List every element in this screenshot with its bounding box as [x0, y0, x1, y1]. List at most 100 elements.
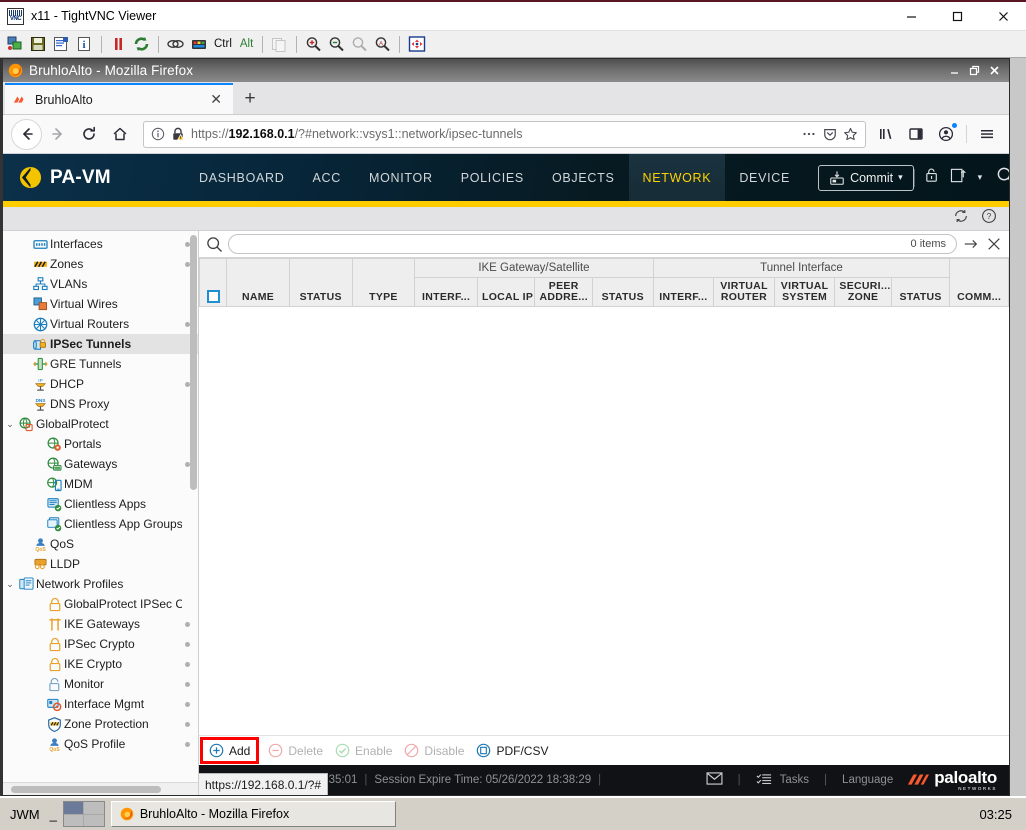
sidebar-item-ike-gateways[interactable]: IKE Gateways	[3, 614, 198, 634]
hamburger-menu-icon[interactable]	[973, 120, 1001, 148]
chevron-down-icon[interactable]: ▾	[978, 172, 983, 183]
sidebar-item-portals[interactable]: Portals	[3, 434, 198, 454]
search-icon[interactable]	[205, 236, 223, 253]
tasks-label[interactable]: Tasks	[780, 774, 809, 786]
insecure-lock-warning-icon[interactable]	[171, 127, 185, 142]
alt-key-button[interactable]: Alt	[236, 38, 257, 50]
search-input[interactable]	[239, 238, 911, 250]
zoom-auto-icon[interactable]: A	[371, 33, 394, 55]
connection-options-icon[interactable]	[50, 33, 73, 55]
sidebar-horizontal-scrollbar[interactable]	[3, 782, 198, 795]
chevron-down-icon[interactable]: ⌄	[3, 579, 17, 590]
pause-icon[interactable]	[107, 33, 130, 55]
sidebar-item-clientless-apps[interactable]: Clientless Apps	[3, 494, 198, 514]
desktop-pager[interactable]	[62, 801, 105, 827]
sidebar-item-mdm[interactable]: MDM	[3, 474, 198, 494]
tab-network[interactable]: NETWORK	[628, 154, 726, 201]
back-icon[interactable]	[11, 118, 42, 150]
sidebar-item-interface-mgmt[interactable]: Interface Mgmt	[3, 694, 198, 714]
col-tunnel-interface-header[interactable]: INTERF...	[652, 277, 715, 307]
sidebar-item-monitor[interactable]: Monitor	[3, 674, 198, 694]
page-actions-icon[interactable]	[801, 127, 817, 141]
tab-objects[interactable]: OBJECTS	[538, 154, 629, 201]
tab-acc[interactable]: ACC	[298, 154, 355, 201]
vnc-close-button[interactable]	[980, 2, 1026, 30]
firefox-close-button[interactable]	[984, 60, 1004, 82]
tab-close-icon[interactable]: ✕	[207, 91, 225, 108]
home-icon[interactable]	[104, 119, 135, 150]
new-connection-icon[interactable]	[4, 33, 27, 55]
col-tunnel-status-header[interactable]: STATUS	[890, 277, 951, 307]
vnc-minimize-button[interactable]	[888, 2, 934, 30]
save-config-icon[interactable]	[950, 167, 969, 189]
sidebar-item-virtual-wires[interactable]: Virtual Wires	[3, 294, 198, 314]
zoom-in-icon[interactable]	[302, 33, 325, 55]
send-keys-icon[interactable]	[187, 33, 210, 55]
language-label[interactable]: Language	[842, 774, 893, 786]
firefox-minimize-button[interactable]	[944, 60, 964, 82]
col-ike-interface-header[interactable]: INTERF...	[414, 277, 478, 307]
refresh-icon[interactable]	[130, 33, 153, 55]
sidebar-icon[interactable]	[902, 120, 930, 148]
save-connection-icon[interactable]	[27, 33, 50, 55]
sidebar-vertical-scrollbar[interactable]	[190, 235, 197, 490]
sidebar-item-dhcp[interactable]: IP DHCP	[3, 374, 198, 394]
pager-desktop-3[interactable]	[63, 814, 84, 826]
zoom-out-icon[interactable]	[325, 33, 348, 55]
col-type-header[interactable]: TYPE	[351, 258, 416, 307]
ctrl-key-button[interactable]: Ctrl	[210, 38, 236, 50]
connection-info-icon[interactable]: i	[73, 33, 96, 55]
col-comment-header[interactable]: COMM...	[949, 258, 1009, 307]
sidebar-item-ipsec-tunnels[interactable]: IPSec Tunnels	[3, 334, 198, 354]
tab-device[interactable]: DEVICE	[725, 154, 804, 201]
sidebar-item-qos-profile[interactable]: QoS QoS Profile	[3, 734, 198, 754]
select-all-checkbox[interactable]	[206, 290, 220, 303]
chevron-down-icon[interactable]: ⌄	[3, 419, 17, 430]
search-icon[interactable]	[996, 166, 1009, 190]
taskbar-window-button[interactable]: BruhloAlto - Mozilla Firefox	[110, 801, 396, 827]
taskbar-minimize-label[interactable]: _	[50, 807, 57, 822]
sidebar-item-interfaces[interactable]: Interfaces	[3, 234, 198, 254]
url-bar[interactable]: https://192.168.0.1/?#network::vsys1::ne…	[143, 120, 866, 148]
sidebar-item-gre-tunnels[interactable]: GRE Tunnels	[3, 354, 198, 374]
sidebar-item-virtual-routers[interactable]: Virtual Routers	[3, 314, 198, 334]
tab-monitor[interactable]: MONITOR	[355, 154, 447, 201]
sidebar-item-zone-protection[interactable]: Zone Protection	[3, 714, 198, 734]
pager-desktop-2[interactable]	[84, 802, 104, 814]
config-lock-icon[interactable]	[924, 167, 941, 189]
sidebar-item-vlans[interactable]: VLANs	[3, 274, 198, 294]
pager-desktop-4[interactable]	[84, 814, 104, 826]
col-status-header[interactable]: STATUS	[288, 258, 353, 307]
sidebar-item-network-profiles[interactable]: ⌄ Network Profiles	[3, 574, 198, 594]
envelope-icon[interactable]	[706, 772, 723, 788]
reload-icon[interactable]	[73, 119, 104, 150]
bookmark-star-icon[interactable]	[843, 127, 858, 142]
col-ike-status-header[interactable]: STATUS	[591, 277, 654, 307]
sidebar-item-lldp[interactable]: LLDP	[3, 554, 198, 574]
sidebar-item-zones[interactable]: Zones	[3, 254, 198, 274]
library-icon[interactable]	[872, 120, 900, 148]
commit-button[interactable]: Commit ▾	[818, 164, 914, 191]
apply-filter-icon[interactable]	[962, 236, 980, 252]
col-local-ip-header[interactable]: LOCAL IP	[476, 277, 536, 307]
col-virtual-system-header[interactable]: VIRTUAL SYSTEM	[773, 277, 836, 307]
sidebar-item-gateways[interactable]: Gateways	[3, 454, 198, 474]
tasks-icon[interactable]	[756, 772, 772, 789]
forward-icon[interactable]	[42, 119, 73, 150]
fullscreen-icon[interactable]	[405, 33, 428, 55]
search-field-wrapper[interactable]: 0 items	[228, 234, 957, 254]
tab-policies[interactable]: POLICIES	[447, 154, 538, 201]
col-virtual-router-header[interactable]: VIRTUAL ROUTER	[713, 277, 775, 307]
add-button[interactable]: Add	[199, 737, 260, 764]
refresh-icon[interactable]	[953, 208, 969, 229]
select-all-header[interactable]	[198, 258, 228, 307]
sidebar-item-globalprotect[interactable]: ⌄ GlobalProtect	[3, 414, 198, 434]
sidebar-item-dns-proxy[interactable]: DNS DNS Proxy	[3, 394, 198, 414]
sidebar-item-globalprotect-ipsec-cry[interactable]: GlobalProtect IPSec Cry	[3, 594, 198, 614]
col-name-header[interactable]: NAME	[226, 258, 290, 307]
col-peer-address-header[interactable]: PEER ADDRE...	[534, 277, 593, 307]
sidebar-item-ike-crypto[interactable]: IKE Crypto	[3, 654, 198, 674]
new-tab-button[interactable]: +	[233, 83, 267, 114]
tab-dashboard[interactable]: DASHBOARD	[185, 154, 298, 201]
browser-tab[interactable]: BruhloAlto ✕	[5, 83, 233, 114]
